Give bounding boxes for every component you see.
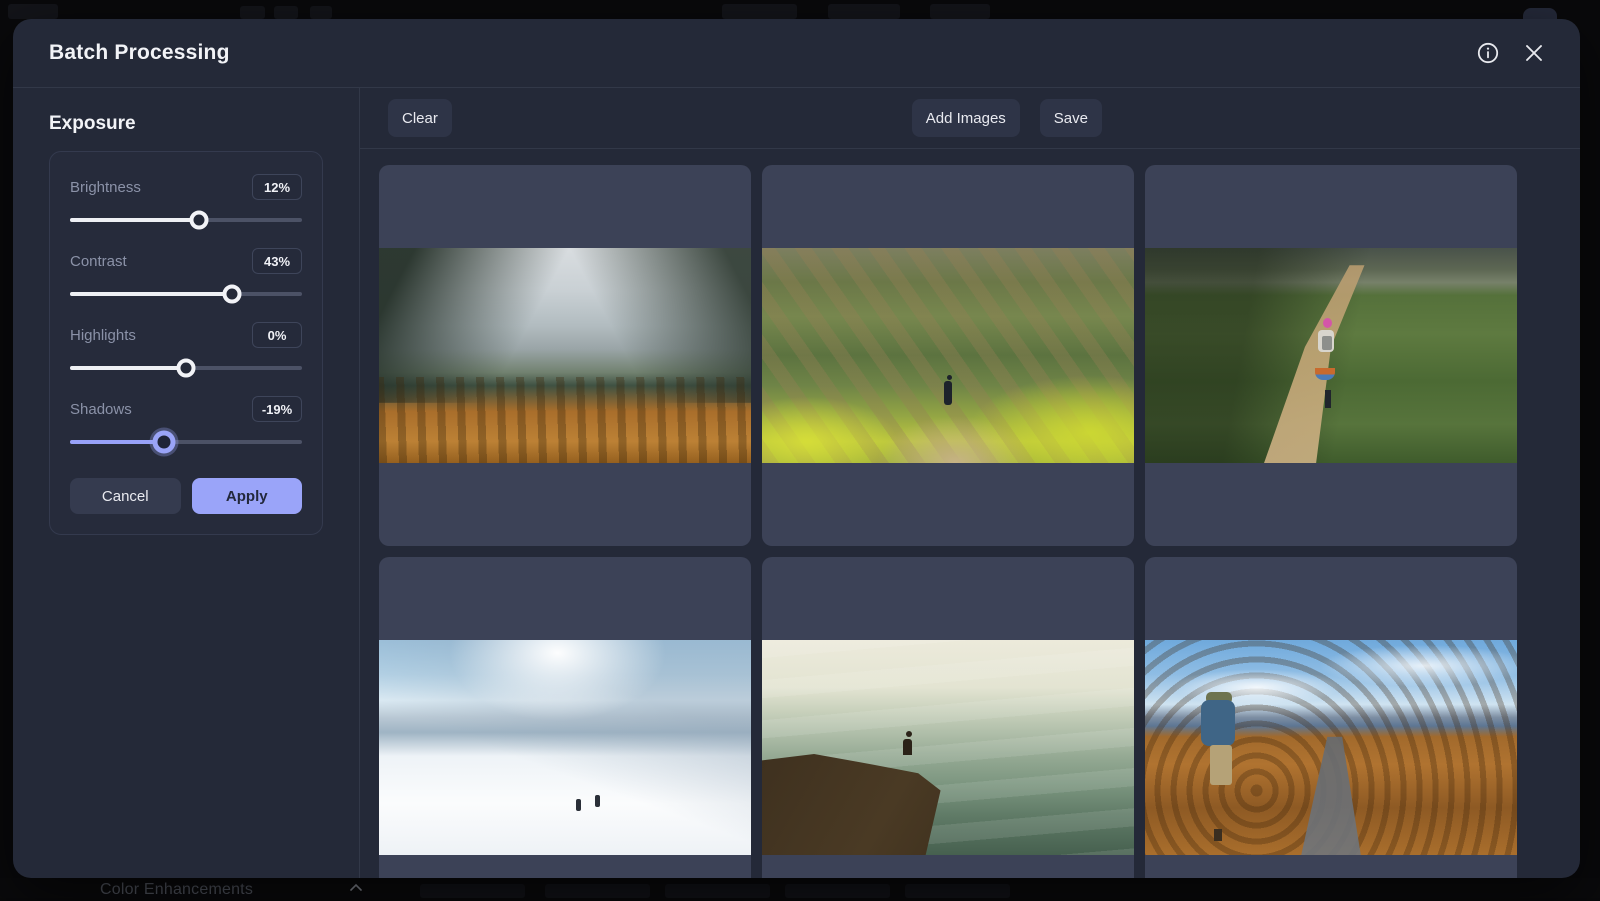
backdrop-artifact	[905, 884, 1010, 898]
image-card[interactable]	[1145, 557, 1517, 878]
save-button[interactable]: Save	[1039, 99, 1102, 137]
close-icon[interactable]	[1520, 39, 1548, 67]
panel-actions: Cancel Apply	[70, 478, 302, 514]
thumbnail-cliff-sitter	[762, 640, 1134, 855]
highlights-value: 0%	[252, 322, 302, 348]
backpacker-figure	[1213, 829, 1222, 842]
exposure-sidebar: Exposure Brightness 12% Contrast 43% Hig…	[13, 88, 360, 878]
backpacker-figure	[1210, 745, 1233, 786]
walker-figure	[944, 381, 953, 406]
dialog-title: Batch Processing	[49, 41, 230, 64]
brightness-slider-thumb[interactable]	[189, 210, 209, 230]
backdrop-artifact	[722, 4, 797, 19]
image-card[interactable]	[762, 165, 1134, 546]
color-enhancements-label: Color Enhancements	[100, 881, 254, 898]
toolbar-right-group: Add Images Save	[911, 99, 1102, 137]
cliff-rock	[762, 753, 941, 855]
hiker-figure	[1315, 368, 1336, 381]
skier-figure	[594, 794, 600, 807]
batch-processing-dialog: Batch Processing Exposure Brightness 12%…	[13, 19, 1580, 878]
brightness-value: 12%	[252, 174, 302, 200]
background-panel-strip: Color Enhancements	[0, 878, 1600, 898]
dialog-header: Batch Processing	[13, 19, 1580, 88]
section-title-exposure: Exposure	[49, 113, 136, 134]
contrast-slider[interactable]	[70, 284, 302, 304]
backdrop-artifact	[1523, 8, 1557, 19]
shadows-slider[interactable]	[70, 430, 302, 454]
contrast-value: 43%	[252, 248, 302, 274]
backdrop-artifact	[240, 6, 265, 19]
backdrop-artifact	[828, 4, 900, 19]
brightness-slider[interactable]	[70, 210, 302, 230]
brightness-label: Brightness	[70, 178, 141, 196]
cancel-button[interactable]: Cancel	[70, 478, 181, 514]
image-card[interactable]	[379, 557, 751, 878]
main-content: Clear Add Images Save	[360, 88, 1580, 878]
backdrop-artifact	[930, 4, 990, 19]
image-card[interactable]	[762, 557, 1134, 878]
walker-figure	[946, 374, 952, 380]
backdrop-artifact	[665, 884, 770, 898]
thumbnail-snow-slope	[379, 640, 751, 855]
shadows-slider-thumb[interactable]	[152, 430, 176, 454]
thumbnail-backpacker-rocks	[1145, 640, 1517, 855]
dialog-body: Exposure Brightness 12% Contrast 43% Hig…	[13, 88, 1580, 878]
shadows-value: -19%	[252, 396, 302, 422]
highlights-label: Highlights	[70, 326, 136, 344]
backpacker-backpack	[1200, 700, 1235, 747]
highlights-slider-thumb[interactable]	[176, 358, 196, 378]
shadows-label: Shadows	[70, 400, 132, 418]
backdrop-artifact	[310, 6, 332, 19]
backdrop-artifact	[8, 4, 58, 19]
boardwalk-path	[1301, 736, 1361, 855]
exposure-panel: Brightness 12% Contrast 43% Highlights 0…	[49, 151, 323, 535]
contrast-label: Contrast	[70, 252, 127, 270]
brightness-slider-group: Brightness 12%	[70, 174, 302, 230]
shadows-slider-group: Shadows -19%	[70, 396, 302, 454]
sitting-figure	[903, 738, 913, 755]
sitting-figure	[906, 731, 913, 738]
thumbnail-green-canyon	[762, 248, 1134, 463]
backdrop-artifact	[545, 884, 650, 898]
add-images-button[interactable]: Add Images	[911, 99, 1020, 137]
thumbnail-autumn-mountains	[379, 248, 751, 463]
highlights-slider-group: Highlights 0%	[70, 322, 302, 378]
header-actions	[1474, 39, 1548, 67]
contrast-slider-thumb[interactable]	[222, 284, 242, 304]
clear-button[interactable]: Clear	[388, 99, 452, 137]
backdrop-artifact	[420, 884, 525, 898]
gallery-toolbar: Clear Add Images Save	[360, 88, 1580, 149]
image-card[interactable]	[379, 165, 751, 546]
hiker-figure	[1322, 317, 1332, 328]
hiker-backpack	[1322, 336, 1333, 351]
thumbnail-ridge-trail	[1145, 248, 1517, 463]
image-grid	[360, 149, 1580, 878]
apply-button[interactable]: Apply	[191, 478, 302, 514]
backdrop-artifact	[785, 884, 890, 898]
highlights-slider[interactable]	[70, 358, 302, 378]
trail-path	[1264, 265, 1365, 463]
hiker-figure	[1325, 389, 1332, 408]
backdrop-artifact	[274, 6, 298, 19]
skier-figure	[576, 799, 582, 812]
image-card[interactable]	[1145, 165, 1517, 546]
info-icon[interactable]	[1474, 39, 1502, 67]
contrast-slider-group: Contrast 43%	[70, 248, 302, 304]
